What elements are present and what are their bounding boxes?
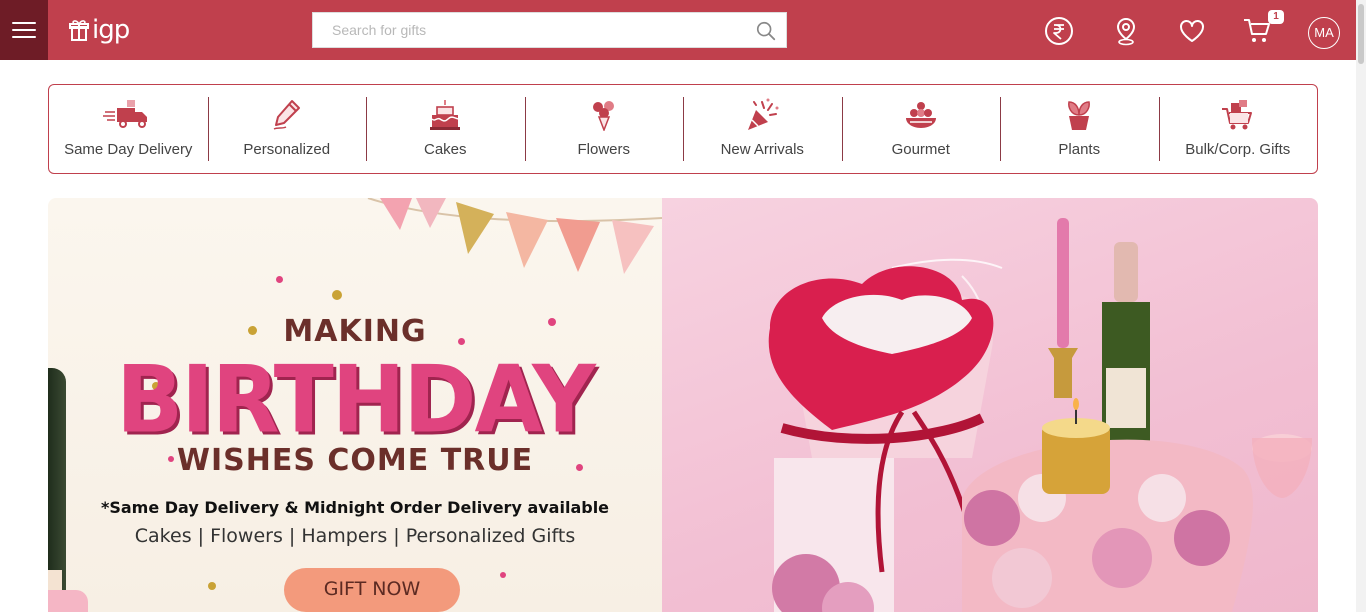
category-flowers[interactable]: Flowers <box>524 85 684 173</box>
party-popper-icon <box>748 98 779 130</box>
category-gourmet[interactable]: Gourmet <box>841 85 1001 173</box>
category-label: New Arrivals <box>720 141 804 158</box>
gift-box-image <box>48 590 88 612</box>
rupee-currency-icon <box>1045 17 1073 45</box>
banner-categories: Cakes | Flowers | Hampers | Personalized… <box>134 525 576 547</box>
banner-headline-bottom: WISHES COME TRUE <box>176 443 534 478</box>
scrollbar-thumb[interactable] <box>1358 4 1364 64</box>
search-bar <box>312 12 787 48</box>
category-label: Gourmet <box>891 141 950 158</box>
category-label: Cakes <box>423 141 467 158</box>
birthday-promo-banner[interactable]: MAKING BIRTHDAY WISHES COME TRUE *Same D… <box>48 198 662 612</box>
menu-icon-bar <box>12 29 36 31</box>
category-bulk-corp-gifts[interactable]: Bulk/Corp. Gifts <box>1158 85 1318 173</box>
category-label: Flowers <box>577 141 630 158</box>
wishlist-button[interactable] <box>1177 16 1207 46</box>
location-pin-icon <box>1116 17 1136 46</box>
currency-button[interactable] <box>1044 16 1074 46</box>
logo-text: igp <box>92 15 130 45</box>
page-scrollbar[interactable] <box>1356 0 1366 612</box>
menu-icon-bar <box>12 22 36 24</box>
location-button[interactable] <box>1111 16 1141 46</box>
category-label: Bulk/Corp. Gifts <box>1185 141 1291 158</box>
category-label: Personalized <box>243 141 331 158</box>
category-label: Same Day Delivery <box>64 141 193 158</box>
search-icon[interactable] <box>755 20 777 42</box>
category-same-day-delivery[interactable]: Same Day Delivery <box>49 85 208 173</box>
confetti-dot <box>276 276 283 283</box>
menu-button[interactable] <box>0 0 48 60</box>
category-strip: Same Day Delivery Personalized Cakes Flo… <box>48 84 1318 174</box>
gourmet-platter-icon <box>905 102 936 128</box>
flower-bouquet-icon <box>592 101 614 131</box>
igp-logo[interactable]: igp <box>68 14 130 46</box>
pencil-icon <box>273 100 300 130</box>
category-personalized[interactable]: Personalized <box>207 85 367 173</box>
potted-plant-icon <box>1068 101 1091 130</box>
confetti-dot <box>500 572 506 578</box>
birthday-hamper-banner[interactable] <box>662 198 1318 612</box>
heart-icon <box>1180 20 1204 42</box>
confetti-dot <box>332 290 342 300</box>
banner-headline-top: MAKING <box>283 314 427 349</box>
category-new-arrivals[interactable]: New Arrivals <box>683 85 842 173</box>
menu-icon-bar <box>12 36 36 38</box>
search-input[interactable] <box>313 13 743 47</box>
gift-logo-icon <box>69 20 89 41</box>
hamper-product-image <box>768 218 1312 612</box>
top-header: igp 1 MA <box>0 0 1356 60</box>
confetti-dot <box>208 582 216 590</box>
bunting-decoration <box>367 198 662 274</box>
cart-count-badge: 1 <box>1268 10 1284 24</box>
category-plants[interactable]: Plants <box>1000 85 1159 173</box>
category-cakes[interactable]: Cakes <box>366 85 525 173</box>
delivery-note: *Same Day Delivery & Midnight Order Deli… <box>100 498 610 517</box>
delivery-truck-icon <box>103 100 148 128</box>
gift-now-button[interactable]: GIFT NOW <box>284 568 460 612</box>
cake-icon <box>430 100 461 130</box>
user-avatar[interactable]: MA <box>1308 17 1340 49</box>
gift-cart-icon <box>1221 100 1252 130</box>
banner-headline-main: BIRTHDAY <box>116 345 596 454</box>
category-label: Plants <box>1058 141 1101 158</box>
